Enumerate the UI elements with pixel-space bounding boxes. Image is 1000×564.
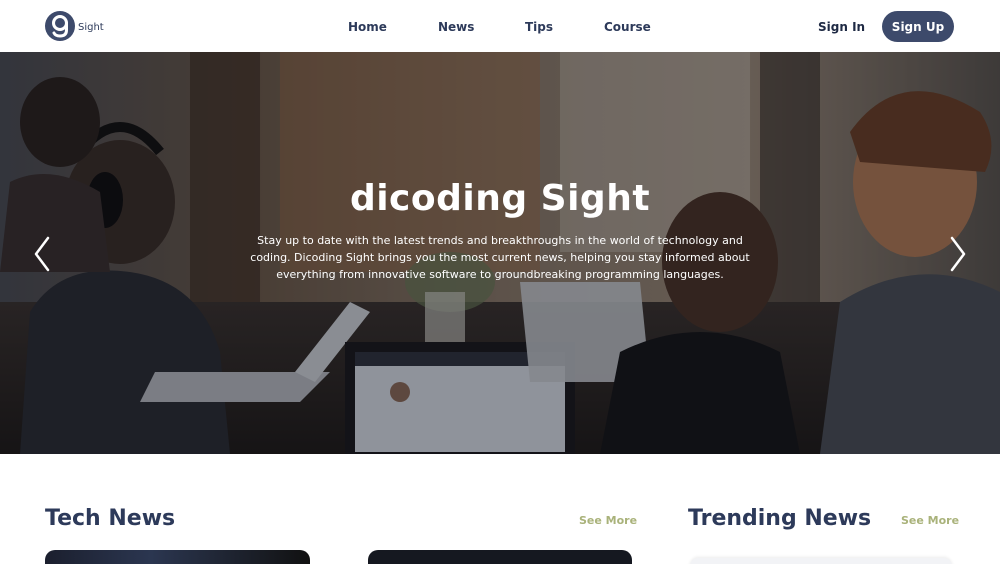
- tech-news-see-more-link[interactable]: See More: [579, 514, 637, 527]
- nav-home-link[interactable]: Home: [348, 20, 387, 34]
- carousel-prev-button[interactable]: [30, 234, 54, 274]
- hero-carousel: dicoding Sight Stay up to date with the …: [0, 52, 1000, 454]
- chevron-left-icon: [34, 236, 50, 272]
- carousel-next-button[interactable]: [946, 234, 970, 274]
- hero-description: Stay up to date with the latest trends a…: [250, 234, 750, 281]
- sign-up-button[interactable]: Sign Up: [882, 11, 954, 42]
- logo[interactable]: Sight: [44, 10, 104, 42]
- trending-news-card[interactable]: [690, 558, 952, 564]
- tech-news-title: Tech News: [45, 506, 176, 531]
- logo-text: Sight: [78, 21, 104, 33]
- hero-title: dicoding Sight: [349, 178, 651, 219]
- nav-tips-link[interactable]: Tips: [525, 20, 553, 34]
- tech-news-card[interactable]: [45, 550, 310, 564]
- nav-news-link[interactable]: News: [438, 20, 474, 34]
- sign-in-link[interactable]: Sign In: [818, 20, 865, 34]
- trending-news-see-more-link[interactable]: See More: [901, 514, 959, 527]
- navbar: Sight Home News Tips Course Sign In Sign…: [0, 0, 1000, 52]
- trending-news-title: Trending News: [688, 506, 872, 531]
- tech-news-card[interactable]: [368, 550, 632, 564]
- chevron-right-icon: [950, 236, 966, 272]
- logo-icon: [45, 11, 75, 41]
- nav-course-link[interactable]: Course: [604, 20, 651, 34]
